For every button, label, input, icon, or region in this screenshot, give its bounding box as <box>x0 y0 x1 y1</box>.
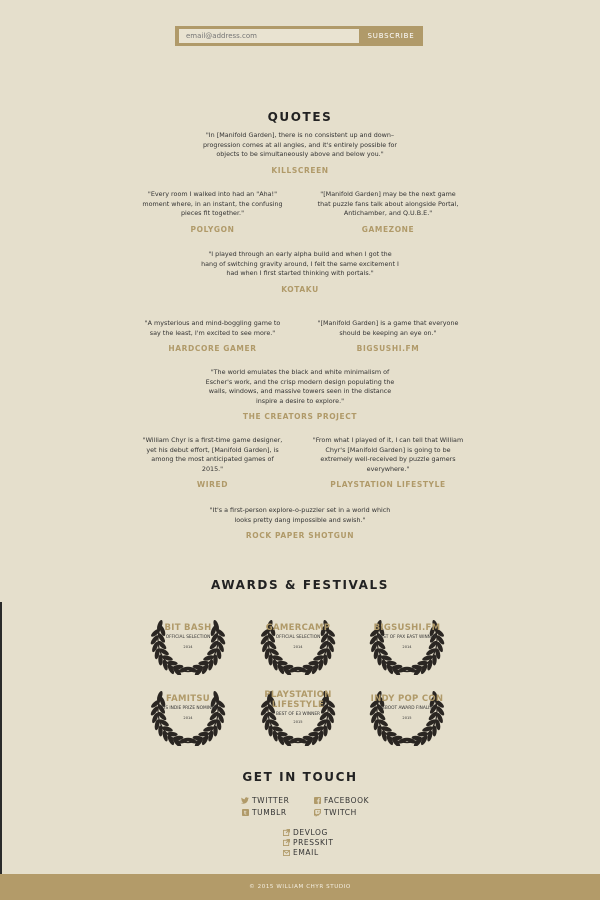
twitter-icon <box>241 797 249 805</box>
quote-source: KILLSCREEN <box>271 165 329 175</box>
quote-kotaku: "I played through an early alpha build a… <box>200 250 400 294</box>
award-subtitle: BEST OF E3 WINNER <box>275 712 321 717</box>
facebook-link[interactable]: FACEBOOK <box>313 796 369 805</box>
devlog-link[interactable]: DEVLOG <box>282 828 328 837</box>
envelope-icon <box>282 849 290 857</box>
facebook-label: FACEBOOK <box>324 796 370 805</box>
twitter-label: TWITTER <box>252 796 290 805</box>
award-famitsu: FAMITSU TGS INDIE PRIZE NOMINEE 2014 <box>138 676 238 746</box>
quote-source: HARDCORE GAMER <box>168 344 257 353</box>
quote-text: "The world emulates the black and white … <box>205 368 395 405</box>
devlog-label: DEVLOG <box>293 828 328 837</box>
external-link-icon <box>282 839 290 847</box>
quote-wired: "William Chyr is a first-time game desig… <box>140 436 285 489</box>
quote-source: WIRED <box>196 480 229 489</box>
award-name: BIGSUSHI.FM <box>373 623 441 633</box>
quote-killscreen: "In [Manifold Garden], there is no consi… <box>200 131 400 175</box>
quote-source: GAMEZONE <box>361 224 415 234</box>
quote-text: "[Manifold Garden] is a game that everyo… <box>317 319 459 337</box>
award-playstation-lifestyle: PLAYSTATION LIFESTYLE BEST OF E3 WINNER … <box>248 676 348 746</box>
award-bit-bash: BIT BASH OFFICIAL SELECTION 2014 <box>138 605 238 675</box>
quote-source: KOTAKU <box>281 284 319 294</box>
award-year: 2014 <box>293 644 303 649</box>
get-in-touch-title: GET IN TOUCH <box>242 770 358 784</box>
left-edge-bar <box>0 602 2 874</box>
award-name: PLAYSTATION LIFESTYLE <box>264 690 332 710</box>
award-year: 2015 <box>293 719 303 724</box>
external-link-icon <box>282 829 290 837</box>
quote-text: "Every room I walked into had an "Aha!" … <box>142 190 283 217</box>
award-year: 2015 <box>402 715 412 720</box>
tumblr-link[interactable]: t TUMBLR <box>241 808 287 817</box>
award-year: 2014 <box>402 644 412 649</box>
quote-text: "[Manifold Garden] may be the next game … <box>317 190 459 217</box>
awards-title: AWARDS & FESTIVALS <box>211 578 389 592</box>
award-name: INDY POP CON <box>370 694 444 704</box>
quote-source: PLAYSTATION LIFESTYLE <box>330 480 446 489</box>
tumblr-icon: t <box>241 809 249 817</box>
svg-text:t: t <box>243 811 246 816</box>
quote-gamezone: "[Manifold Garden] may be the next game … <box>314 190 462 234</box>
footer: © 2015 WILLIAM CHYR STUDIO <box>0 874 600 900</box>
award-subtitle: OFFICIAL SELECTION <box>165 635 211 640</box>
award-indy-pop-con: INDY POP CON REBOOT AWARD FINALIST 2015 <box>357 676 457 746</box>
twitter-link[interactable]: TWITTER <box>241 796 289 805</box>
subscribe-button[interactable]: SUBSCRIBE <box>359 32 423 40</box>
quote-text: "In [Manifold Garden], there is no consi… <box>202 131 398 158</box>
email-label: EMAIL <box>293 848 319 857</box>
award-year: 2014 <box>183 644 193 649</box>
award-subtitle: REBOOT AWARD FINALIST <box>379 706 435 711</box>
quote-polygon: "Every room I walked into had an "Aha!" … <box>140 190 285 234</box>
award-year: 2014 <box>183 715 193 720</box>
quote-rock-paper-shotgun: "It's a first-person explore-o-puzzler s… <box>205 506 395 540</box>
presskit-label: PRESSKIT <box>293 838 334 847</box>
quote-source: POLYGON <box>190 224 235 234</box>
presskit-link[interactable]: PRESSKIT <box>282 838 334 847</box>
quote-source: THE CREATORS PROJECT <box>242 412 358 421</box>
quote-source: BIGSUSHI.FM <box>356 344 420 353</box>
quote-playstation-lifestyle: "From what I played of it, I can tell th… <box>312 436 464 489</box>
quote-text: "I played through an early alpha build a… <box>201 250 399 277</box>
twitch-icon <box>313 808 321 817</box>
tumblr-label: TUMBLR <box>252 808 287 817</box>
quotes-title: QUOTES <box>267 110 333 124</box>
award-name: FAMITSU <box>166 694 210 704</box>
quote-text: "It's a first-person explore-o-puzzler s… <box>209 506 391 524</box>
award-subtitle: TGS INDIE PRIZE NOMINEE <box>159 706 217 711</box>
award-subtitle: OFFICIAL SELECTION <box>275 635 321 640</box>
award-name: BIT BASH <box>164 623 212 633</box>
quote-source: ROCK PAPER SHOTGUN <box>245 531 355 540</box>
twitch-link[interactable]: TWITCH <box>313 808 357 817</box>
award-bigsushi: BIGSUSHI.FM BEST OF PAX EAST WINNER 2014 <box>357 605 457 675</box>
copyright-text: © 2015 WILLIAM CHYR STUDIO <box>249 884 351 890</box>
email-link[interactable]: EMAIL <box>282 848 319 857</box>
facebook-icon <box>313 797 321 805</box>
quote-text: "A mysterious and mind-boggling game to … <box>144 319 281 337</box>
quote-bigsushi: "[Manifold Garden] is a game that everyo… <box>312 319 464 353</box>
signup-form: SUBSCRIBE <box>175 26 423 46</box>
award-gamercamp: GAMERCAMP OFFICIAL SELECTION 2014 <box>248 605 348 675</box>
quote-creators-project: "The world emulates the black and white … <box>200 368 400 421</box>
twitch-label: TWITCH <box>324 808 357 817</box>
email-input[interactable] <box>179 29 359 43</box>
quote-text: "William Chyr is a first-time game desig… <box>142 436 283 473</box>
quote-hardcore-gamer: "A mysterious and mind-boggling game to … <box>140 319 285 353</box>
award-name: GAMERCAMP <box>265 623 331 633</box>
quote-text: "From what I played of it, I can tell th… <box>312 436 464 473</box>
award-subtitle: BEST OF PAX EAST WINNER <box>377 635 437 640</box>
